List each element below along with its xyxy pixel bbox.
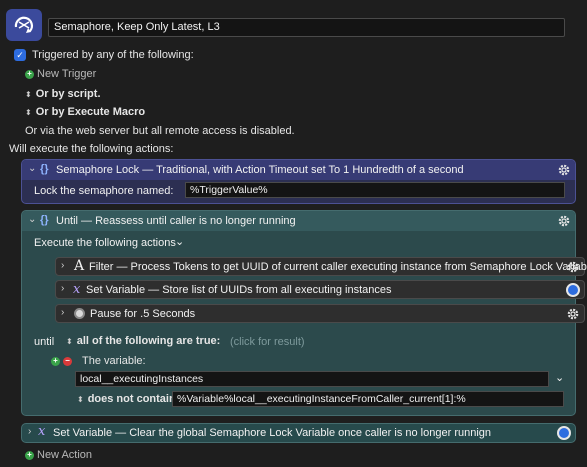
chevron-down-icon[interactable]: ⌄: [175, 235, 184, 248]
variable-icon: 𝑥: [38, 424, 46, 439]
actions-heading-text: Will execute the following actions:: [9, 143, 174, 155]
gear-icon[interactable]: [566, 307, 580, 321]
gear-icon[interactable]: [566, 260, 580, 274]
new-trigger-button[interactable]: + New Trigger: [25, 68, 96, 80]
updown-chevron-icon: ⬍: [25, 89, 32, 99]
gear-icon[interactable]: [557, 214, 571, 228]
gear-icon[interactable]: [566, 283, 580, 297]
action-title: Semaphore Lock — Traditional, with Actio…: [56, 164, 464, 176]
condition-mode-popup[interactable]: ⬍ all of the following are true:: [66, 335, 220, 347]
semaphore-loop-icon: [14, 16, 33, 33]
updown-chevron-icon: ⬍: [25, 107, 32, 117]
or-by-script-row[interactable]: ⬍ Or by script.: [25, 88, 101, 100]
action-until[interactable]: ⌄ {} Until — Reassess until caller is no…: [21, 210, 587, 416]
sub-action-label: Filter — Process Tokens to get UUID of c…: [89, 261, 587, 273]
sub-action-set-variable[interactable]: › 𝑥 Set Variable — Store list of UUIDs f…: [55, 280, 585, 299]
macro-icon: [6, 9, 42, 41]
action-title: Until — Reassess until caller is no long…: [56, 215, 296, 227]
sub-action-label: Pause for .5 Seconds: [90, 308, 196, 320]
operator-popup[interactable]: ⬍ does not contain: [77, 393, 176, 405]
variable-name-field[interactable]: local__executingInstances: [75, 371, 549, 387]
sub-action-filter[interactable]: › A Filter — Process Tokens to get UUID …: [55, 257, 587, 276]
add-icon: +: [25, 69, 34, 79]
remove-condition-icon[interactable]: −: [63, 356, 72, 366]
or-by-script-label: Or by script.: [35, 88, 101, 100]
variable-icon: 𝑥: [73, 282, 81, 297]
action-header[interactable]: ⌄ {} Semaphore Lock — Traditional, with …: [22, 160, 575, 180]
chevron-down-icon[interactable]: ⌄: [28, 214, 36, 225]
condition-row-controls: + − The variable:: [51, 355, 146, 367]
operator-label: does not contain: [87, 393, 176, 405]
action-title: Set Variable — Clear the global Semaphor…: [53, 427, 492, 439]
or-by-execute-macro-label: Or by Execute Macro: [35, 106, 146, 118]
sub-action-pause[interactable]: › Pause for .5 Seconds: [55, 304, 585, 323]
clock-icon: [74, 308, 85, 319]
chevron-down-icon[interactable]: ⌄: [28, 163, 36, 174]
updown-chevron-icon: ⬍: [77, 394, 84, 404]
triggered-label: Triggered by any of the following:: [32, 49, 194, 61]
click-for-result[interactable]: (click for result): [230, 336, 305, 348]
gear-icon[interactable]: [557, 426, 571, 440]
updown-chevron-icon: ⬍: [66, 336, 73, 346]
execute-actions-label: Execute the following actions: [34, 237, 176, 249]
triggered-checkbox[interactable]: ✓: [14, 49, 26, 61]
curly-braces-icon: {}: [40, 214, 49, 226]
curly-braces-icon: {}: [40, 163, 49, 175]
gear-icon[interactable]: [557, 163, 571, 177]
lock-name-field[interactable]: %TriggerValue%: [185, 182, 565, 198]
chevron-down-icon[interactable]: ⌄: [555, 371, 564, 384]
operand-field[interactable]: %Variable%local__executingInstanceFromCa…: [172, 391, 564, 407]
action-semaphore-lock[interactable]: ⌄ {} Semaphore Lock — Traditional, with …: [21, 159, 576, 204]
lock-name-label: Lock the semaphore named:: [34, 185, 174, 197]
chevron-right-icon[interactable]: ›: [61, 283, 64, 294]
web-server-note-text: Or via the web server but all remote acc…: [25, 125, 295, 137]
macro-name-field[interactable]: Semaphore, Keep Only Latest, L3: [48, 18, 565, 37]
condition-mode-label: all of the following are true:: [76, 335, 221, 347]
filter-icon: A: [74, 258, 85, 274]
chevron-right-icon[interactable]: ›: [61, 260, 64, 271]
new-trigger-label: New Trigger: [37, 68, 97, 80]
action-set-variable-clear[interactable]: › 𝑥 Set Variable — Clear the global Sema…: [21, 423, 576, 443]
actions-heading: Will execute the following actions:: [9, 143, 173, 155]
new-action-button[interactable]: + New Action: [25, 449, 92, 461]
new-action-label: New Action: [37, 449, 93, 461]
add-condition-icon[interactable]: +: [51, 356, 60, 366]
add-icon: +: [25, 450, 34, 460]
sub-action-label: Set Variable — Store list of UUIDs from …: [86, 284, 392, 296]
action-header[interactable]: ⌄ {} Until — Reassess until caller is no…: [22, 211, 575, 231]
chevron-right-icon[interactable]: ›: [28, 426, 31, 437]
variable-label: The variable:: [82, 355, 146, 367]
or-by-execute-macro-row[interactable]: ⬍ Or by Execute Macro: [25, 106, 145, 118]
until-label: until: [34, 336, 55, 348]
triggered-row: ✓ Triggered by any of the following:: [14, 49, 194, 61]
chevron-right-icon[interactable]: ›: [61, 307, 64, 318]
web-server-note: Or via the web server but all remote acc…: [25, 125, 295, 137]
